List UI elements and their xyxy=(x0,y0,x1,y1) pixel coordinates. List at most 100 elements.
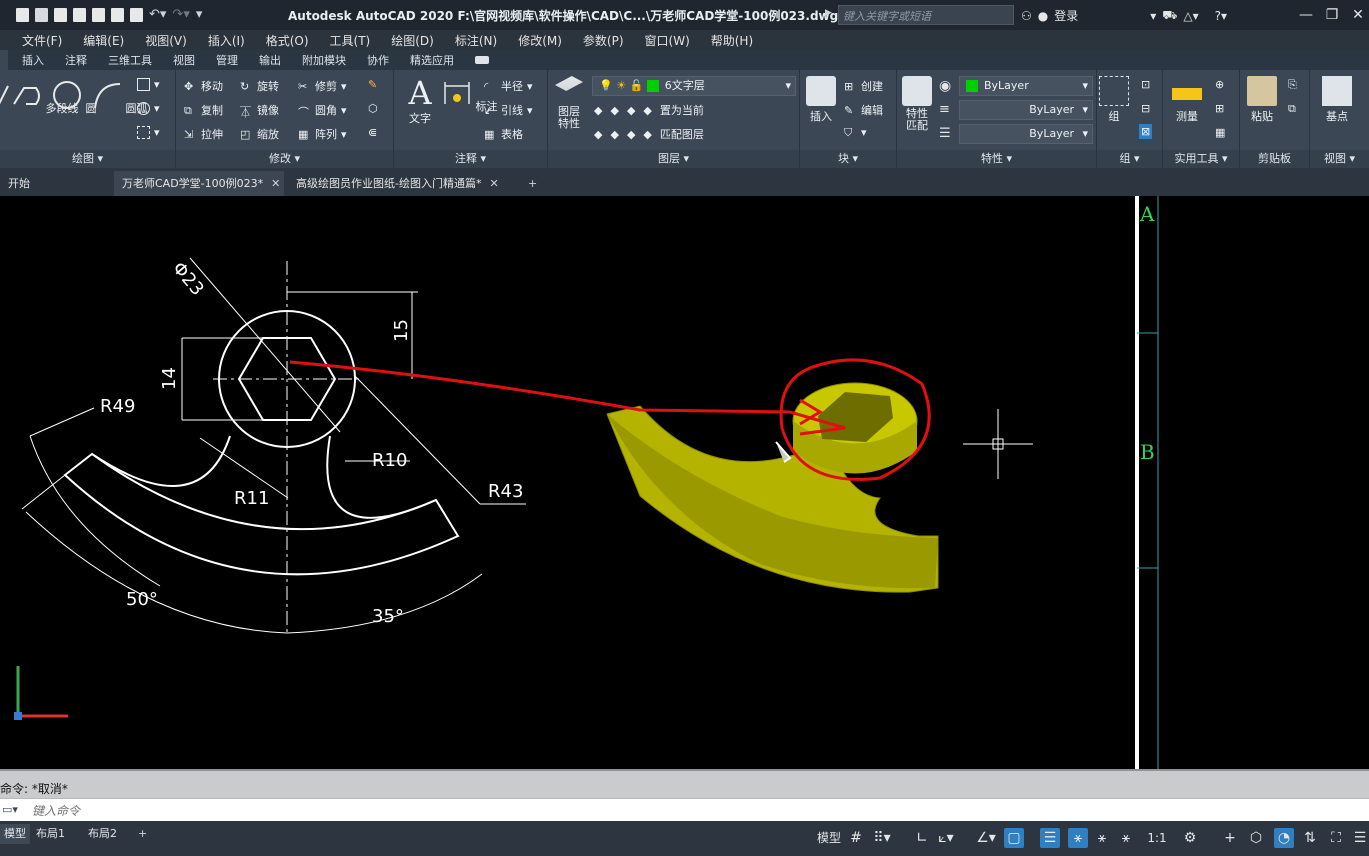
tab-start[interactable]: 开始 xyxy=(0,171,112,196)
panel-view-title[interactable]: 视图 ▾ xyxy=(1310,150,1369,168)
user-icon[interactable]: ● xyxy=(1038,9,1048,23)
tab-annotate[interactable]: 注释 xyxy=(65,52,87,68)
annotation-scale-icon[interactable]: ⚹ xyxy=(1116,828,1136,848)
lineweight-toggle-icon[interactable]: ☰ xyxy=(1040,828,1060,848)
binoculars-icon[interactable]: ⚇ xyxy=(1021,9,1032,23)
layer-isolate-icon[interactable]: ◆ xyxy=(610,104,618,117)
copy-clip-icon[interactable]: ⧉ xyxy=(1288,102,1296,116)
ungroup-icon[interactable]: ⊡ xyxy=(1141,78,1150,91)
layer-dropdown[interactable]: 💡 ☀ 🔓 6文字层 ▾ xyxy=(592,76,796,96)
menu-tools[interactable]: 工具(T) xyxy=(330,32,371,49)
scale-button[interactable]: ◰ 缩放 xyxy=(240,126,279,142)
isolate-objects-icon[interactable]: ◔ xyxy=(1274,828,1294,848)
rectangle-button[interactable]: ▾ xyxy=(137,78,160,91)
model-space-toggle[interactable]: 模型 xyxy=(814,828,844,848)
layout-tab-1[interactable]: 布局1 xyxy=(32,824,69,844)
customize-qat-icon[interactable]: ▾ xyxy=(196,7,203,23)
panel-draw-title[interactable]: 绘图 ▾ xyxy=(0,150,175,168)
undo-icon[interactable]: ↶▾ xyxy=(149,7,166,23)
hatch-button[interactable]: ▾ xyxy=(137,102,160,115)
object-snap-icon[interactable]: ▢ xyxy=(1004,828,1024,848)
polar-icon[interactable]: ⟀▾ xyxy=(936,828,956,848)
tab-3d-tools[interactable]: 三维工具 xyxy=(108,52,152,68)
color-wheel-icon[interactable]: ◉ xyxy=(939,78,951,94)
copy-button[interactable]: ⧉ 复制 xyxy=(184,102,223,118)
measure-button[interactable]: 测量 xyxy=(1169,76,1205,124)
help-icon[interactable]: ?▾ xyxy=(1215,9,1227,23)
panel-layers-title[interactable]: 图层 ▾ xyxy=(548,150,799,168)
line-button[interactable] xyxy=(0,80,10,113)
offset-button[interactable]: ⋐ xyxy=(368,126,381,139)
tab-drawing-023[interactable]: 万老师CAD学堂-100例023* ✕ xyxy=(114,171,284,196)
ortho-icon[interactable]: ∟ xyxy=(912,828,932,848)
panel-clipboard-title[interactable]: 剪贴板 xyxy=(1240,150,1309,168)
menu-file[interactable]: 文件(F) xyxy=(22,32,62,49)
stretch-button[interactable]: ⇲ 拉伸 xyxy=(184,126,223,142)
tab-output[interactable]: 输出 xyxy=(259,52,281,68)
menu-edit[interactable]: 编辑(E) xyxy=(83,32,124,49)
quick-select-icon[interactable]: ⊞ xyxy=(1215,102,1224,115)
rotate-button[interactable]: ↻ 旋转 xyxy=(240,78,279,94)
layer-unlock-icon[interactable]: ◆ xyxy=(643,128,651,141)
paste-button[interactable]: 粘贴 xyxy=(1246,76,1278,124)
tab-view[interactable]: 视图 xyxy=(173,52,195,68)
polyline-button[interactable]: 多段线 xyxy=(12,80,79,116)
grid-icon[interactable]: # xyxy=(846,828,866,848)
add-icon[interactable]: + xyxy=(1220,828,1240,848)
group-select-icon[interactable]: ⊠ xyxy=(1139,124,1153,139)
cut-icon[interactable]: ⎘ xyxy=(1288,78,1297,92)
restore-icon[interactable]: ❐ xyxy=(1321,4,1343,26)
close-tab-icon[interactable]: ✕ xyxy=(271,177,280,190)
edit-attributes-button[interactable]: ⛉ ▾ xyxy=(844,126,867,139)
lineweight-icon[interactable]: ☰ xyxy=(939,126,951,141)
tab-manage[interactable]: 管理 xyxy=(216,52,238,68)
layer-thaw-icon[interactable]: ◆ xyxy=(627,128,635,141)
menu-dimension[interactable]: 标注(N) xyxy=(455,32,497,49)
edit-block-button[interactable]: ✎ 编辑 xyxy=(844,102,883,118)
save-icon[interactable] xyxy=(54,8,67,22)
set-current-button[interactable]: 置为当前 xyxy=(660,102,704,118)
menu-window[interactable]: 窗口(W) xyxy=(645,32,690,49)
group-edit-icon[interactable]: ⊟ xyxy=(1141,102,1150,115)
table-button[interactable]: ▦ 表格 xyxy=(484,126,523,142)
layout-tab-model[interactable]: 模型 xyxy=(0,824,30,844)
tab-featured-apps[interactable]: 精选应用 xyxy=(410,52,454,68)
plot-icon[interactable] xyxy=(111,8,124,22)
calculator-icon[interactable]: ▦ xyxy=(1215,126,1225,139)
units-icon[interactable]: ⬡ xyxy=(1246,828,1266,848)
panel-annotation-title[interactable]: 注释 ▾ xyxy=(394,150,547,168)
search-input[interactable]: 键入关键字或短语 xyxy=(838,5,1014,25)
cart-icon[interactable]: ⛟ xyxy=(1162,8,1177,24)
new-file-icon[interactable] xyxy=(16,8,29,22)
create-block-button[interactable]: ⊞ 创建 xyxy=(844,78,883,94)
redo-icon[interactable]: ↷▾ xyxy=(172,7,189,23)
search-expand-icon[interactable]: ▶ xyxy=(825,8,832,18)
command-input[interactable] xyxy=(32,802,732,819)
print-icon[interactable] xyxy=(130,8,143,22)
gradient-button[interactable]: ▾ xyxy=(137,126,160,139)
ribbon-options-icon[interactable] xyxy=(475,56,489,64)
match-properties-button[interactable]: 特性 匹配 xyxy=(899,76,935,132)
tab-addins[interactable]: 附加模块 xyxy=(302,52,346,68)
menu-modify[interactable]: 修改(M) xyxy=(518,32,562,49)
explode-button[interactable]: ⬡ xyxy=(368,102,381,115)
tab-insert[interactable]: 插入 xyxy=(22,52,44,68)
arc-button[interactable]: 圆弧 xyxy=(92,80,148,116)
array-button[interactable]: ▦ 阵列 ▾ xyxy=(298,126,347,142)
trim-button[interactable]: ✂ 修剪 ▾ xyxy=(298,78,347,94)
menu-insert[interactable]: 插入(I) xyxy=(208,32,245,49)
panel-groups-title[interactable]: 组 ▾ xyxy=(1097,150,1162,168)
save-as-icon[interactable] xyxy=(73,8,86,22)
menu-parametric[interactable]: 参数(P) xyxy=(583,32,624,49)
hardware-acceleration-icon[interactable]: ⇅ xyxy=(1300,828,1320,848)
panel-modify-title[interactable]: 修改 ▾ xyxy=(176,150,393,168)
snap-icon[interactable]: ⠿▾ xyxy=(872,828,892,848)
add-layout-icon[interactable]: + xyxy=(134,824,151,844)
layer-on-icon[interactable]: ◆ xyxy=(594,128,602,141)
command-menu-icon[interactable]: ▭▾ xyxy=(2,803,18,816)
dimension-button[interactable]: 标注 xyxy=(442,78,498,114)
isodraft-icon[interactable]: ∠▾ xyxy=(976,828,996,848)
layer-off-icon[interactable]: ◆ xyxy=(594,104,602,117)
tab-collaborate[interactable]: 协作 xyxy=(367,52,389,68)
panel-properties-title[interactable]: 特性 ▾ xyxy=(897,150,1096,168)
